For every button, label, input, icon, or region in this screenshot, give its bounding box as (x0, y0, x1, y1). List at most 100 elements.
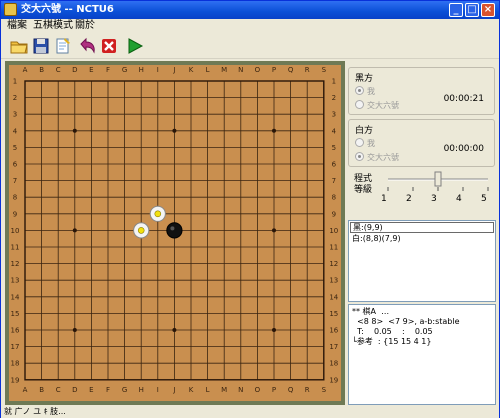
black-option-ai-label: 交大六號 (367, 101, 399, 110)
white-player-group: 白方 我 交大六號 00:00:00 (348, 119, 495, 167)
menu-about[interactable]: 關於 (75, 20, 95, 32)
column-label: A (23, 66, 28, 74)
menu-file[interactable]: 檔案 (7, 20, 27, 32)
save-icon[interactable] (31, 36, 51, 56)
toolbar (1, 34, 499, 59)
star-point (72, 228, 77, 233)
black-option-me[interactable]: 我 (355, 86, 375, 97)
window-title: 交大六號 -- NCTU6 (21, 4, 114, 15)
row-label: 1 (332, 78, 336, 86)
radio-icon (355, 152, 364, 161)
column-label: M (221, 386, 227, 394)
level-tick-1: 1 (381, 194, 387, 204)
row-label: 14 (11, 293, 20, 301)
row-label: 11 (329, 244, 338, 252)
row-label: 8 (332, 194, 336, 202)
column-label: R (305, 66, 310, 74)
white-option-me[interactable]: 我 (355, 138, 375, 149)
level-slider[interactable] (348, 169, 495, 215)
column-label: H (139, 386, 144, 394)
stop-x-icon[interactable] (99, 36, 119, 56)
log-line: └参考 : {15 15 4 1} (352, 337, 432, 346)
row-label: 12 (329, 260, 338, 268)
row-label: 15 (329, 310, 338, 318)
move-list[interactable]: 黑:(9,9) 白:(8,8)(7,9) (348, 220, 496, 302)
move-list-row[interactable]: 白:(8,8)(7,9) (349, 234, 495, 244)
open-folder-icon[interactable] (9, 36, 29, 56)
analysis-log[interactable]: ** 棋A … <8 8> <7 9>, a-b:stable T: 0.05 … (348, 304, 496, 405)
black-player-group: 黑方 我 交大六號 00:00:21 (348, 67, 495, 115)
level-slider-thumb[interactable] (434, 171, 442, 187)
column-label: O (255, 386, 261, 394)
column-label: L (206, 66, 210, 74)
row-label: 6 (332, 161, 337, 169)
column-label: H (139, 66, 144, 74)
column-label: N (238, 386, 243, 394)
column-label: L (206, 386, 210, 394)
move-list-selected-row[interactable]: 黑:(9,9) (350, 222, 494, 233)
column-label: J (172, 386, 175, 394)
white-title: 白方 (355, 126, 374, 136)
white-timer: 00:00:00 (443, 144, 484, 154)
log-line: <8 8> <7 9>, a-b:stable (352, 317, 460, 326)
minimize-button[interactable]: _ (449, 3, 463, 17)
column-label: J (172, 66, 175, 74)
row-label: 12 (11, 260, 20, 268)
black-title: 黑方 (355, 74, 374, 84)
play-icon[interactable] (125, 36, 145, 56)
star-point (272, 228, 276, 233)
level-tick-5: 5 (481, 194, 487, 204)
column-label: D (72, 386, 77, 394)
column-label: C (56, 66, 61, 74)
column-label: A (23, 386, 28, 394)
row-label: 8 (13, 194, 17, 202)
star-point (272, 328, 276, 332)
log-line: T: 0.05 : 0.05 (352, 327, 433, 336)
row-label: 19 (329, 376, 338, 384)
row-label: 16 (329, 327, 338, 335)
column-label: G (122, 386, 127, 394)
radio-icon (355, 138, 364, 147)
app-window: 交大六號 -- NCTU6 _ □ × 檔案 五棋模式 關於 A A B B C… (0, 0, 500, 418)
level-tick-2: 2 (406, 194, 412, 204)
undo-arrow-icon[interactable] (77, 36, 97, 56)
column-label: F (106, 386, 110, 394)
maximize-button[interactable]: □ (465, 3, 479, 17)
close-button[interactable]: × (481, 3, 495, 17)
go-board[interactable]: AABBCCDDEEFFGGHHIIJJKKLLMMNNOOPPQQRRSS11… (9, 65, 341, 401)
column-label: K (189, 386, 194, 394)
column-label: Q (288, 386, 294, 394)
status-text: 就 广ノ ユ ｷ 肢... (4, 407, 66, 416)
row-label: 3 (13, 111, 17, 119)
row-label: 7 (332, 177, 336, 185)
black-option-ai[interactable]: 交大六號 (355, 100, 399, 111)
row-label: 15 (11, 310, 20, 318)
column-label: P (272, 66, 276, 74)
white-option-me-label: 我 (367, 139, 375, 148)
star-point (172, 328, 177, 332)
black-option-me-label: 我 (367, 87, 375, 96)
black-stone[interactable] (166, 222, 183, 239)
app-icon (4, 3, 17, 16)
column-label: F (106, 66, 110, 74)
row-label: 4 (13, 127, 18, 135)
column-label: E (89, 66, 93, 74)
row-label: 11 (11, 244, 20, 252)
board-grid[interactable]: AABBCCDDEEFFGGHHIIJJKKLLMMNNOOPPQQRRSS1 1… (9, 65, 341, 401)
star-point (72, 328, 77, 332)
log-line: ** 棋A … (352, 307, 390, 316)
radio-icon (355, 86, 364, 95)
column-label: P (272, 386, 276, 394)
row-label: 13 (329, 277, 338, 285)
black-timer: 00:00:21 (443, 94, 484, 104)
column-label: S (322, 66, 327, 74)
star-point (272, 128, 276, 133)
row-label: 7 (13, 177, 17, 185)
edit-document-icon[interactable] (53, 36, 73, 56)
row-label: 10 (329, 227, 338, 235)
star-point (72, 128, 77, 133)
menu-mode[interactable]: 五棋模式 (33, 20, 73, 32)
title-bar[interactable]: 交大六號 -- NCTU6 _ □ × (1, 1, 499, 19)
white-option-ai[interactable]: 交大六號 (355, 152, 399, 163)
column-label: B (39, 386, 44, 394)
